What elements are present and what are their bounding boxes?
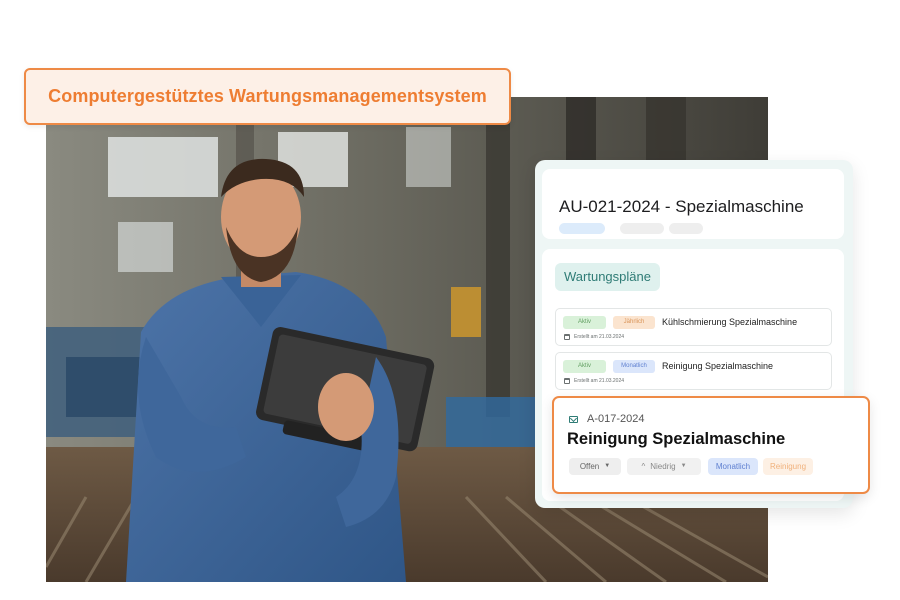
plan-status-badge: Aktiv [563,360,606,373]
work-order-card[interactable]: A-017-2024 Reinigung Spezialmaschine Off… [552,396,870,494]
status-dropdown[interactable]: Offen ▼ [569,458,621,475]
frequency-badge: Monatlich [708,458,758,475]
asset-title: AU-021-2024 - Spezialmaschine [559,197,804,216]
work-order-id-row: A-017-2024 [569,413,645,425]
plan-name: Kühlschmierung Spezialmaschine [662,317,798,327]
chevron-up-icon: ^ [641,462,646,471]
title-banner: Computergestütztes Wartungsmanagementsys… [24,68,511,125]
plan-created-date: Erstellt am 21.03.2024 [564,334,624,340]
work-order-id: A-017-2024 [587,413,645,425]
placeholder-badge [559,223,605,234]
mail-icon [569,415,578,423]
chevron-down-icon: ▼ [604,463,611,470]
plan-created-text: Erstellt am 21.03.2024 [574,334,625,340]
calendar-icon [564,378,570,384]
type-badge: Reinigung [763,458,813,475]
maintenance-plan-row[interactable]: Aktiv Jährlich Kühlschmierung Spezialmas… [555,308,832,346]
plan-frequency-badge: Monatlich [613,360,655,373]
banner-title: Computergestütztes Wartungsmanagementsys… [48,86,487,106]
plan-status-badge: Aktiv [563,316,606,329]
plan-frequency-badge: Jährlich [613,316,655,329]
priority-value: Niedrig [650,462,676,471]
maintenance-plans-heading[interactable]: Wartungspläne [555,263,660,291]
maintenance-plan-row[interactable]: Aktiv Monatlich Reinigung Spezialmaschin… [555,352,832,390]
placeholder-badge [669,223,703,234]
plan-created-date: Erstellt am 21.03.2024 [564,378,624,384]
status-value: Offen [579,462,600,471]
calendar-icon [564,334,570,340]
asset-header-card: AU-021-2024 - Spezialmaschine [542,169,844,239]
work-order-title: Reinigung Spezialmaschine [567,430,786,448]
plan-name: Reinigung Spezialmaschine [662,361,774,371]
plan-created-text: Erstellt am 21.03.2024 [574,378,625,384]
chevron-down-icon: ▼ [680,463,687,470]
placeholder-badge [620,223,664,234]
priority-dropdown[interactable]: ^ Niedrig ▼ [627,458,701,475]
